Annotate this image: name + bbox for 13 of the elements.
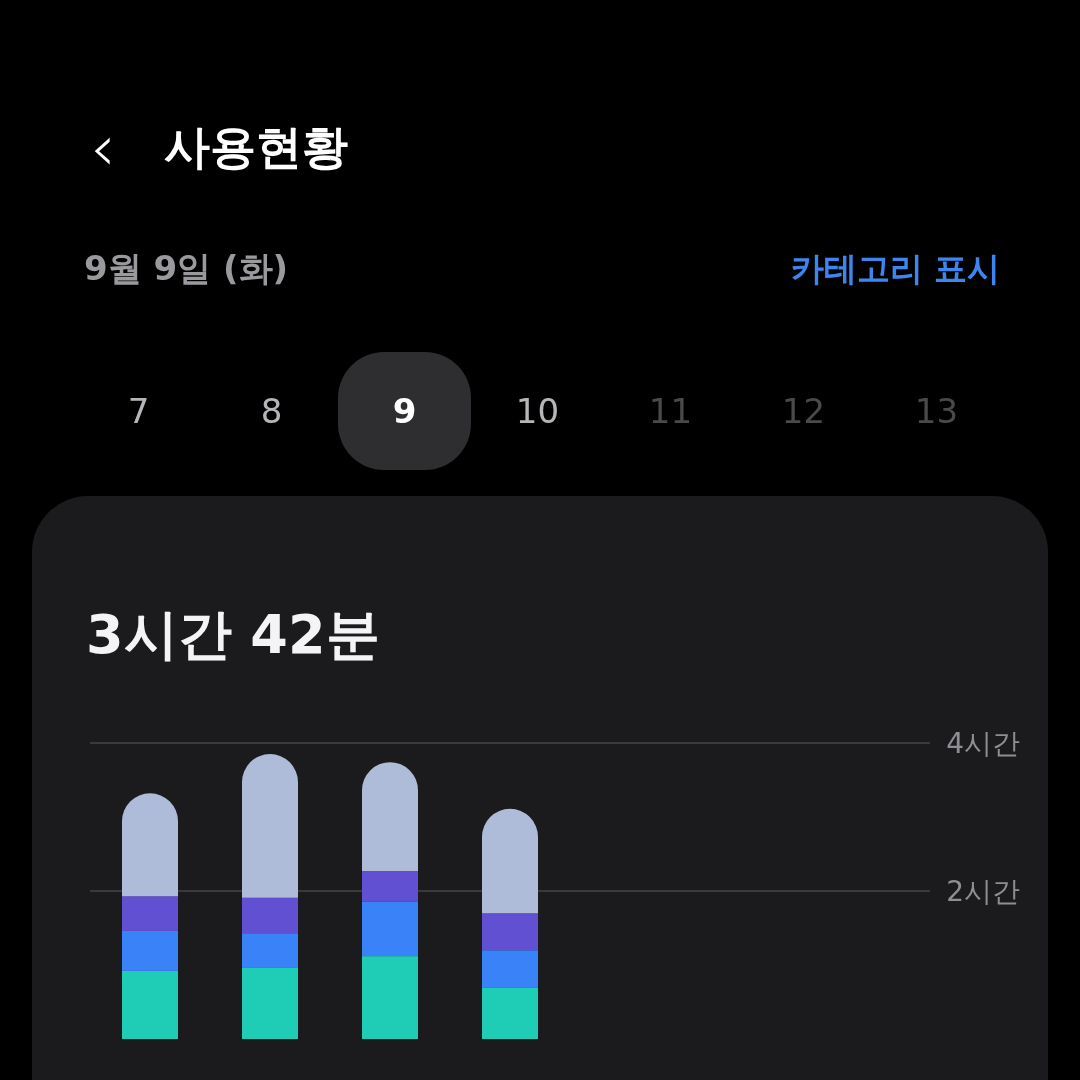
bar-segment [482, 950, 538, 988]
day-tab[interactable]: 8 [205, 352, 338, 470]
back-button[interactable]: ‹ [82, 116, 124, 180]
category-link[interactable]: 카테고리 표시 [790, 246, 1000, 292]
day-tab[interactable]: 9 [338, 352, 471, 470]
day-tab[interactable]: 10 [471, 352, 604, 470]
day-tab[interactable]: 7 [72, 352, 205, 470]
axis-label: 2시간 [946, 875, 1020, 908]
page-title: 사용현황 [163, 119, 348, 176]
total-time: 3시간 42분 [85, 602, 381, 668]
axis-label: 4시간 [946, 727, 1020, 760]
bar-segment [482, 987, 538, 1039]
date-label: 9월 9일 (화) [84, 247, 289, 290]
